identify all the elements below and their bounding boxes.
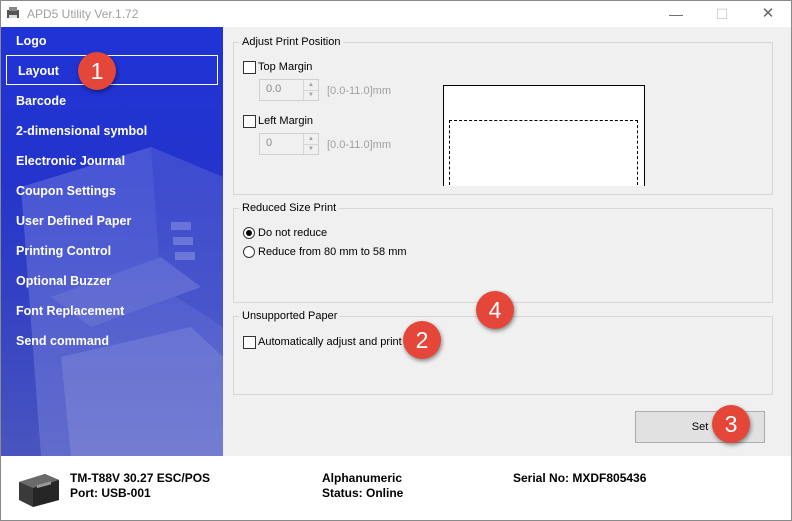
sidebar-item-2d-symbol[interactable]: 2-dimensional symbol [16,124,147,138]
annotation-badge-4: 4 [476,291,514,329]
annotation-badge-2: 2 [403,321,441,359]
printer-background-image [21,147,223,456]
reduce-80-to-58-radio[interactable] [243,246,255,258]
adjust-print-position-title: Adjust Print Position [239,36,344,48]
window-title: APD5 Utility Ver.1.72 [27,7,139,21]
sidebar: Logo Layout Barcode 2-dimensional symbol… [1,27,223,456]
unsupported-paper-title: Unsupported Paper [239,310,341,322]
app-window: APD5 Utility Ver.1.72 — ☐ ✕ Logo Layout … [0,0,792,521]
left-margin-label: Left Margin [258,115,314,127]
character-mode: Alphanumeric [322,471,403,485]
reduced-size-print-title: Reduced Size Print [239,202,340,214]
sidebar-item-send-command[interactable]: Send command [16,334,109,348]
printer-port: Port: USB-001 [70,486,151,500]
left-margin-range: [0.0-11.0]mm [327,139,391,151]
do-not-reduce-label: Do not reduce [258,227,328,239]
printer-icon [19,474,59,507]
serial-number: Serial No: MXDF805436 [513,471,647,485]
maximize-button[interactable]: ☐ [699,1,745,27]
paper-preview [443,85,645,186]
sidebar-item-electronic-journal[interactable]: Electronic Journal [16,154,125,168]
spin-down-icon[interactable]: ▼ [304,90,318,100]
title-bar: APD5 Utility Ver.1.72 — ☐ ✕ [1,1,791,27]
spin-down-icon[interactable]: ▼ [304,144,318,154]
sidebar-item-font-replacement[interactable]: Font Replacement [16,304,124,318]
top-margin-range: [0.0-11.0]mm [327,85,391,97]
close-button[interactable]: ✕ [745,1,791,27]
auto-adjust-label: Automatically adjust and print [258,336,402,348]
top-margin-checkbox[interactable] [243,61,256,74]
left-margin-stepper[interactable]: 0 ▲ ▼ [259,133,319,155]
left-margin-value: 0 [266,137,273,149]
do-not-reduce-radio[interactable] [243,227,255,239]
print-area-preview [449,120,638,185]
sidebar-item-optional-buzzer[interactable]: Optional Buzzer [16,274,111,288]
sidebar-item-barcode[interactable]: Barcode [16,94,66,108]
annotation-badge-1: 1 [78,52,116,90]
top-margin-value: 0.0 [266,83,282,95]
left-margin-checkbox[interactable] [243,115,256,128]
top-margin-label: Top Margin [258,61,313,73]
printer-model: TM-T88V 30.27 ESC/POS [70,471,211,485]
app-icon [7,7,19,18]
sidebar-item-label: Layout [18,64,59,78]
sidebar-item-printing-control[interactable]: Printing Control [16,244,111,258]
status-bar: TM-T88V 30.27 ESC/POS Port: USB-001 Alph… [1,456,791,520]
unsupported-paper-group: Unsupported Paper [233,310,773,395]
sidebar-item-coupon-settings[interactable]: Coupon Settings [16,184,116,198]
minimize-button[interactable]: — [653,1,699,27]
printer-status: Status: Online [322,486,404,500]
reduce-80-to-58-label: Reduce from 80 mm to 58 mm [258,246,407,258]
sidebar-item-user-defined-paper[interactable]: User Defined Paper [16,214,131,228]
sidebar-item-logo[interactable]: Logo [16,34,47,48]
auto-adjust-checkbox[interactable] [243,336,256,349]
annotation-badge-3: 3 [712,405,750,443]
top-margin-stepper[interactable]: 0.0 ▲ ▼ [259,79,319,101]
